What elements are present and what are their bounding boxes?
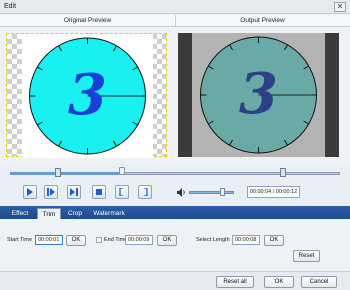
preview-headers: Original Preview Output Preview	[0, 15, 350, 27]
trim-panel: Start Time 00:00:01 OK End Time 00:00:09…	[0, 219, 350, 271]
select-length-ok-button[interactable]: OK	[264, 235, 284, 246]
title-bar: Edit ✕	[0, 0, 350, 14]
step-forward-icon	[47, 188, 55, 196]
countdown-digit: 3	[239, 61, 278, 127]
volume-slider-handle[interactable]	[220, 188, 226, 196]
tab-crop[interactable]: Crop	[63, 208, 87, 219]
countdown-digit: 3	[68, 62, 107, 128]
start-time-input[interactable]: 00:00:01	[35, 235, 63, 245]
reset-button[interactable]: Reset	[293, 250, 320, 262]
volume-slider-track[interactable]	[189, 191, 234, 194]
close-icon[interactable]: ✕	[334, 2, 346, 12]
start-time-label: Start Time	[7, 237, 33, 243]
set-end-icon	[144, 188, 148, 196]
preview-area: 3 3	[0, 27, 350, 164]
timeline-handle[interactable]	[119, 167, 126, 175]
tab-effect[interactable]: Effect	[6, 208, 34, 219]
play-icon	[27, 188, 33, 196]
next-frame-button[interactable]	[67, 185, 81, 199]
output-preview-label: Output Preview	[240, 17, 285, 24]
stop-icon	[96, 189, 102, 195]
ok-button[interactable]: OK	[264, 276, 294, 288]
set-end-button[interactable]	[138, 185, 152, 199]
volume-icon[interactable]	[177, 188, 186, 197]
next-frame-icon	[70, 188, 78, 196]
set-start-button[interactable]	[115, 185, 129, 199]
output-clock-face: 3	[200, 36, 317, 154]
step-forward-button[interactable]	[44, 185, 58, 199]
edit-tabs: Effect Trim Crop Watermark	[0, 206, 350, 219]
tab-trim[interactable]: Trim	[37, 208, 61, 219]
reset-all-button[interactable]: Reset all	[216, 276, 254, 288]
timeline	[0, 164, 350, 181]
set-start-icon	[119, 188, 123, 196]
tab-watermark[interactable]: Watermark	[90, 208, 128, 219]
end-time-checkbox[interactable]	[96, 237, 102, 243]
output-preview-panel: 3	[178, 33, 339, 157]
time-display: 00:00:04 / 00:00:12	[247, 186, 300, 198]
dialog-footer: Reset all OK Cancel	[0, 271, 350, 290]
original-preview-panel: 3	[6, 33, 167, 158]
start-time-ok-button[interactable]: OK	[66, 235, 86, 246]
end-time-input[interactable]: 00:00:09	[125, 235, 153, 245]
trim-end-marker[interactable]	[280, 168, 286, 177]
stop-button[interactable]	[92, 185, 106, 199]
window-title: Edit	[4, 3, 17, 10]
cancel-button[interactable]: Cancel	[301, 276, 337, 288]
select-length-input[interactable]: 00:00:08	[232, 235, 260, 245]
end-time-ok-button[interactable]: OK	[157, 235, 177, 246]
original-clock-face: 3	[29, 37, 146, 155]
play-button[interactable]	[23, 185, 37, 199]
select-length-label: Select Length	[196, 237, 230, 243]
trim-start-marker[interactable]	[55, 168, 61, 177]
timeline-progress	[10, 172, 123, 175]
end-time-label: End Time	[104, 237, 128, 243]
original-preview-label: Original Preview	[63, 17, 112, 24]
player-controls: 00:00:04 / 00:00:12	[0, 181, 350, 205]
